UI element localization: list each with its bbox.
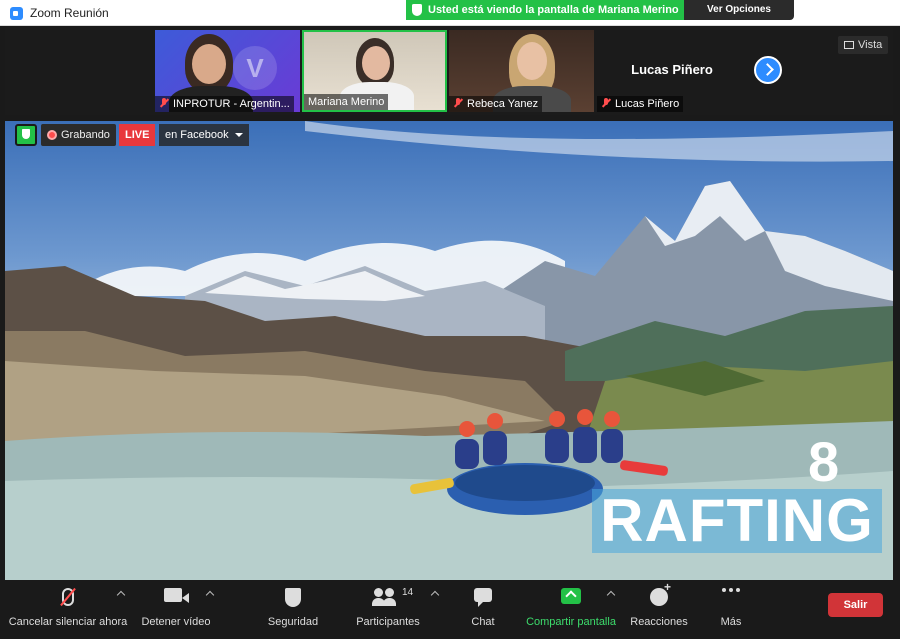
participants-label: Participantes [356, 616, 420, 628]
more-button[interactable]: Más [712, 584, 750, 628]
unmute-label: Cancelar silenciar ahora [8, 616, 128, 628]
participant-gallery: V INPROTUR - Argentin... Mariana Merino … [5, 27, 893, 115]
participants-button[interactable]: 14 Participantes [350, 584, 426, 628]
participant-face [192, 44, 226, 84]
chat-label: Chat [471, 616, 495, 628]
slide-title: RAFTING [592, 489, 882, 553]
participants-icon [372, 588, 396, 606]
participant-face [517, 42, 547, 80]
participant-tile-active-speaker[interactable]: Mariana Merino [302, 30, 447, 112]
mic-muted-icon [601, 98, 611, 108]
mic-muted-icon [453, 98, 463, 108]
share-screen-button[interactable]: Compartir pantalla [524, 584, 618, 628]
shared-screen: Grabando LIVE en Facebook 8 RAFTING [5, 121, 893, 580]
chat-bubble-icon [474, 588, 492, 602]
smiley-reaction-icon [650, 580, 671, 606]
slide-number: 8 [808, 430, 840, 493]
share-screen-label: Compartir pantalla [526, 616, 616, 628]
participant-name: Lucas Piñero [615, 98, 680, 110]
leave-meeting-button[interactable]: Salir [828, 593, 883, 617]
participant-name-label: INPROTUR - Argentin... [155, 96, 294, 112]
participant-name: Mariana Merino [308, 96, 385, 108]
security-label: Seguridad [267, 616, 319, 628]
reactions-button[interactable]: Reacciones [628, 580, 690, 628]
record-dot-icon [47, 130, 57, 140]
logo-v-icon: V [233, 46, 277, 90]
view-button[interactable]: Vista [838, 36, 889, 54]
recording-indicator[interactable]: Grabando [41, 124, 116, 146]
unmute-button[interactable]: Cancelar silenciar ahora [8, 584, 128, 628]
participant-name-label: Mariana Merino [304, 94, 389, 110]
view-options-button[interactable]: Ver Opciones [684, 0, 794, 20]
stop-video-label: Detener vídeo [141, 616, 211, 628]
video-camera-lens-icon [182, 593, 189, 603]
encryption-shield-icon[interactable] [15, 124, 37, 146]
chat-bubble-tail-icon [478, 602, 483, 607]
window-title: Zoom Reunión [30, 6, 109, 20]
share-screen-icon [561, 588, 581, 604]
grid-view-icon [844, 41, 854, 49]
participants-count: 14 [402, 587, 414, 598]
participants-options-chevron-icon[interactable] [430, 590, 440, 600]
recording-label: Grabando [61, 129, 110, 141]
participant-tile[interactable]: V INPROTUR - Argentin... [155, 30, 300, 112]
zoom-app-icon [10, 7, 23, 20]
participant-name: Rebeca Yanez [467, 98, 539, 110]
live-badge: LIVE [119, 124, 156, 146]
shield-icon [412, 4, 422, 16]
security-button[interactable]: Seguridad [258, 584, 328, 628]
mic-muted-icon [159, 98, 169, 108]
participant-name: INPROTUR - Argentin... [173, 98, 290, 110]
chat-button[interactable]: Chat [460, 584, 506, 628]
meeting-toolbar: Cancelar silenciar ahora Detener vídeo S… [0, 580, 900, 632]
shield-icon [285, 588, 301, 607]
video-camera-icon [164, 588, 182, 602]
participant-tile[interactable]: Rebeca Yanez [449, 30, 594, 112]
participant-name-label: Lucas Piñero [597, 96, 684, 112]
participant-tile-no-video[interactable]: Lucas Piñero Lucas Piñero [597, 30, 747, 112]
more-dots-icon [722, 588, 726, 592]
share-banner-text: Usted está viendo la pantalla de Mariana… [428, 4, 679, 16]
stop-video-button[interactable]: Detener vídeo [138, 584, 214, 628]
zoom-window: Zoom Reunión Usted está viendo la pantal… [0, 0, 900, 639]
screen-share-banner: Usted está viendo la pantalla de Mariana… [406, 0, 684, 20]
reactions-label: Reacciones [630, 616, 688, 628]
view-button-label: Vista [858, 39, 883, 51]
participant-name-label: Rebeca Yanez [449, 96, 543, 112]
livestream-destination-dropdown[interactable]: en Facebook [159, 124, 249, 146]
title-bar: Zoom Reunión Usted está viendo la pantal… [0, 0, 900, 26]
participant-face [362, 46, 390, 80]
next-page-arrow-icon[interactable] [754, 56, 782, 84]
participant-big-name: Lucas Piñero [631, 62, 713, 77]
more-label: Más [720, 616, 742, 628]
